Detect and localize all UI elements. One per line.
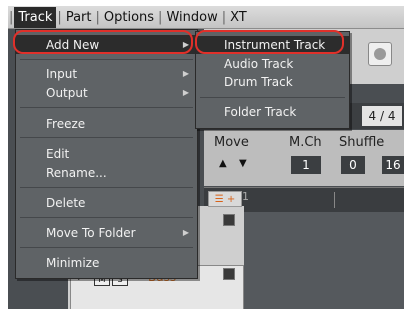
add-new-submenu: Instrument Track Audio Track Drum Track … xyxy=(195,31,350,129)
menu-divider xyxy=(20,187,193,188)
menu-separator: | xyxy=(95,9,100,25)
mch-field[interactable]: 1 xyxy=(291,156,321,174)
move-down-button[interactable]: ▼ xyxy=(239,158,247,169)
menu-options[interactable]: Options xyxy=(101,10,157,25)
menu-item-rename[interactable]: Rename... xyxy=(16,163,197,182)
chevron-right-icon: ▶ xyxy=(182,88,189,97)
time-signature[interactable]: 4 / 4 xyxy=(362,106,402,126)
shuffle-label: Shuffle xyxy=(339,135,385,150)
menu-item-output[interactable]: Output ▶ xyxy=(16,83,197,102)
submenu-item-drum-track[interactable]: Drum Track xyxy=(196,73,349,91)
menu-item-input[interactable]: Input ▶ xyxy=(16,64,197,83)
menu-item-add-new[interactable]: Add New ▶ xyxy=(16,35,197,54)
menu-item-edit[interactable]: Edit xyxy=(16,144,197,163)
menu-item-move-to-folder[interactable]: Move To Folder ▶ xyxy=(16,223,197,242)
menu-track[interactable]: Track xyxy=(14,6,57,28)
list-toggle-icon[interactable]: ☰ + xyxy=(208,191,242,207)
track-select-box[interactable] xyxy=(223,214,235,226)
value-field[interactable]: 16 xyxy=(382,156,404,174)
move-up-button[interactable]: ▲ xyxy=(219,158,227,169)
move-label: Move xyxy=(214,135,249,150)
shuffle-field[interactable]: 0 xyxy=(341,156,365,174)
menu-separator: | xyxy=(158,9,163,25)
chevron-right-icon: ▶ xyxy=(182,40,189,49)
menu-separator: | xyxy=(9,9,14,25)
chevron-right-icon: ▶ xyxy=(182,69,189,78)
menu-divider xyxy=(200,97,345,98)
menu-window[interactable]: Window xyxy=(163,10,220,25)
menu-item-minimize[interactable]: Minimize xyxy=(16,253,197,272)
menu-divider xyxy=(20,137,193,138)
menu-item-delete[interactable]: Delete xyxy=(16,193,197,212)
menu-divider xyxy=(20,107,193,108)
menu-divider xyxy=(20,59,193,60)
menu-divider xyxy=(20,247,193,248)
menu-bar: | Track | Part | Options | Window | XT xyxy=(8,6,404,29)
menu-separator: | xyxy=(57,9,62,25)
menu-divider xyxy=(20,217,193,218)
menu-item-freeze[interactable]: Freeze xyxy=(16,114,197,133)
mch-label: M.Ch xyxy=(289,135,322,150)
chevron-right-icon: ▶ xyxy=(182,228,189,237)
submenu-item-folder-track[interactable]: Folder Track xyxy=(196,103,349,121)
ruler-bar-number: 1 xyxy=(242,190,249,203)
menu-xt[interactable]: XT xyxy=(227,10,250,25)
record-button[interactable] xyxy=(368,42,392,66)
submenu-item-instrument-track[interactable]: Instrument Track xyxy=(196,36,349,54)
submenu-item-audio-track[interactable]: Audio Track xyxy=(196,55,349,73)
menu-separator: | xyxy=(221,9,227,25)
app-window: | Track | Part | Options | Window | XT 4… xyxy=(8,6,404,309)
track-select-box[interactable] xyxy=(223,268,235,280)
menu-part[interactable]: Part xyxy=(63,10,95,25)
track-menu: Add New ▶ Input ▶ Output ▶ Freeze Edit R… xyxy=(15,29,198,279)
